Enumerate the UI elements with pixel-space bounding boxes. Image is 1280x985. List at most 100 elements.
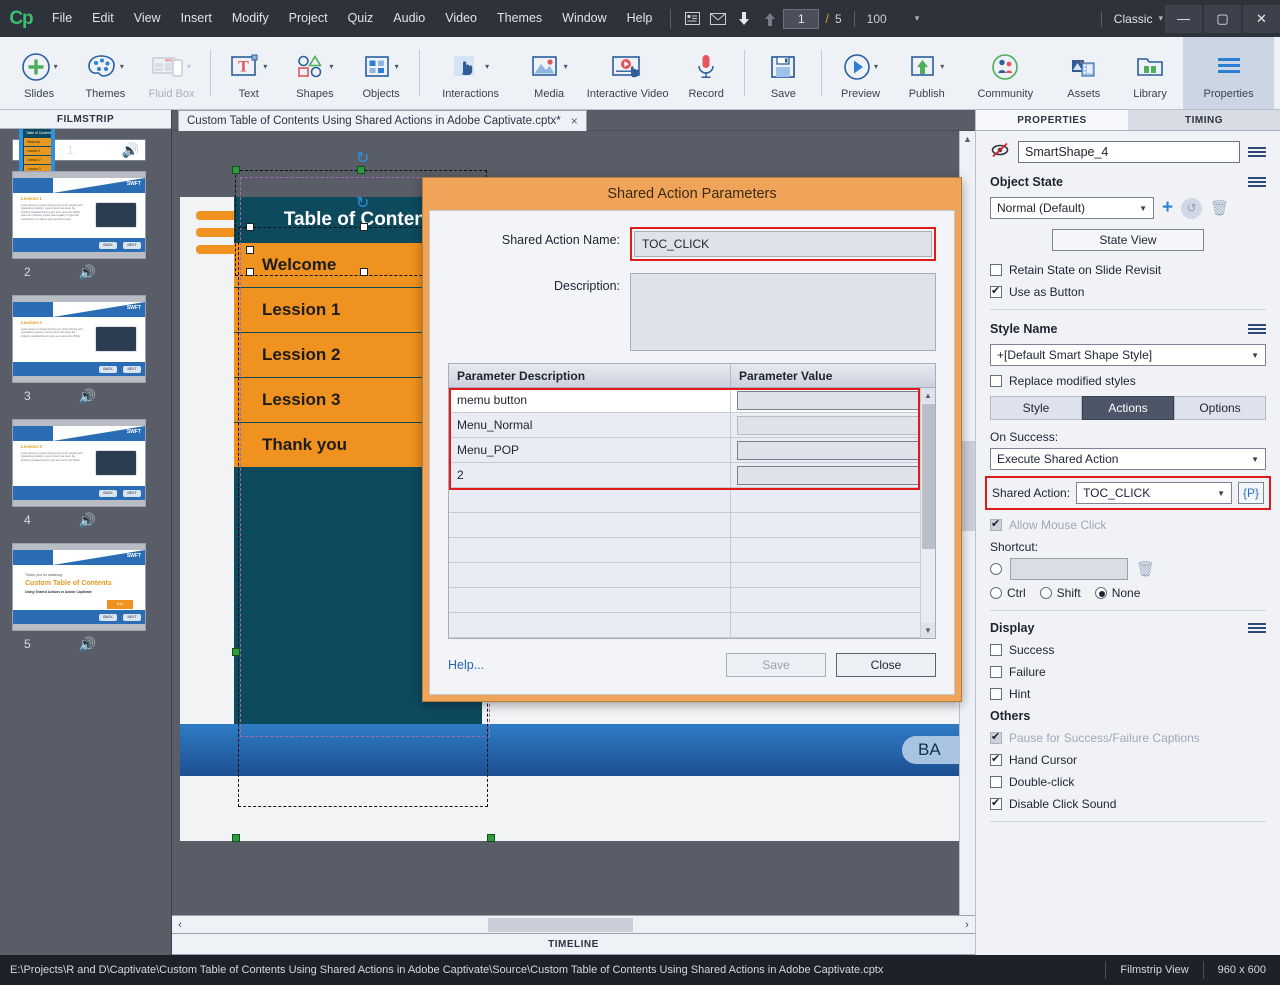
- object-name-field[interactable]: SmartShape_4: [1018, 141, 1240, 163]
- toolbar-community[interactable]: Community: [960, 37, 1051, 109]
- table-row[interactable]: Menu_Normal ▼: [449, 413, 935, 438]
- menu-audio[interactable]: Audio: [383, 0, 435, 37]
- tab-properties[interactable]: PROPERTIES: [976, 110, 1128, 130]
- chevron-down-icon[interactable]: ▾: [263, 62, 267, 71]
- resize-handle[interactable]: [246, 223, 254, 231]
- menu-window[interactable]: Window: [552, 0, 616, 37]
- shared-action-parameters-button[interactable]: {P}: [1238, 482, 1264, 504]
- scroll-right-icon[interactable]: ›: [959, 919, 975, 931]
- workspace-selector[interactable]: Classic: [1114, 12, 1153, 26]
- toolbar-media[interactable]: ▾ Media: [516, 37, 582, 109]
- table-row[interactable]: Menu_POP ▼: [449, 438, 935, 463]
- radio-ctrl[interactable]: [990, 587, 1002, 599]
- tab-actions[interactable]: Actions: [1082, 396, 1174, 420]
- toolbar-save[interactable]: Save: [750, 37, 816, 109]
- toolbar-themes[interactable]: ▾ Themes: [72, 37, 138, 109]
- zoom-dropdown-icon[interactable]: ▾: [915, 13, 920, 24]
- current-slide-input[interactable]: 1: [783, 8, 820, 29]
- description-textarea[interactable]: [630, 273, 936, 351]
- toolbar-text[interactable]: T ▾ Text: [216, 37, 282, 109]
- table-row[interactable]: [449, 588, 935, 613]
- tab-style[interactable]: Style: [990, 396, 1082, 420]
- param-value-select[interactable]: ▼: [737, 440, 929, 460]
- display-hint-row[interactable]: Hint: [990, 687, 1266, 701]
- table-row[interactable]: 2 ▼: [449, 463, 935, 488]
- rotate-handle-icon[interactable]: ↻: [356, 193, 374, 212]
- scrollbar-thumb[interactable]: [488, 917, 633, 932]
- param-value-cell[interactable]: [731, 538, 935, 562]
- menu-edit[interactable]: Edit: [82, 0, 124, 37]
- replace-styles-checkbox[interactable]: [990, 375, 1002, 387]
- param-value-cell[interactable]: ▼: [731, 463, 935, 487]
- slide-notes-icon[interactable]: [679, 0, 705, 37]
- shared-action-parameters-dialog[interactable]: Shared Action Parameters Shared Action N…: [422, 177, 962, 702]
- param-value-select[interactable]: ▼: [737, 465, 929, 485]
- param-value-cell[interactable]: ▼: [731, 388, 935, 412]
- display-success-row[interactable]: Success: [990, 643, 1266, 657]
- rotate-handle-icon[interactable]: ↻: [356, 148, 374, 167]
- radio-shift[interactable]: [1039, 587, 1052, 599]
- maximize-button[interactable]: ▢: [1204, 4, 1241, 33]
- resize-handle[interactable]: [487, 834, 495, 842]
- section-options-icon[interactable]: [1248, 324, 1266, 334]
- zoom-level-value[interactable]: 100: [867, 12, 887, 26]
- scrollbar-track[interactable]: [188, 917, 959, 933]
- display-hint-checkbox[interactable]: [990, 688, 1002, 700]
- menu-view[interactable]: View: [124, 0, 171, 37]
- slide-thumbnail[interactable]: SWFT Lession 2 Lorem ipsum is simply dum…: [12, 295, 146, 383]
- param-value-cell[interactable]: [731, 588, 935, 612]
- filmstrip-slide-5[interactable]: SWFT Thank you for watching Custom Table…: [12, 543, 146, 657]
- audio-speaker-icon[interactable]: 🔊: [122, 142, 139, 159]
- timeline-panel-header[interactable]: TIMELINE: [172, 933, 975, 955]
- resize-handle[interactable]: [360, 268, 368, 276]
- toolbar-slides[interactable]: ▾ Slides: [6, 37, 72, 109]
- state-view-button[interactable]: State View: [1052, 229, 1204, 251]
- toolbar-properties[interactable]: Properties: [1183, 37, 1274, 109]
- shortcut-input[interactable]: [1010, 558, 1128, 580]
- shared-action-select[interactable]: TOC_CLICK ▼: [1076, 482, 1232, 504]
- table-row[interactable]: [449, 513, 935, 538]
- scrollbar-thumb[interactable]: [922, 404, 935, 549]
- section-options-icon[interactable]: [1248, 177, 1266, 187]
- toolbar-record[interactable]: Record: [673, 37, 739, 109]
- chevron-down-icon[interactable]: ▾: [329, 62, 333, 71]
- slide-thumbnail[interactable]: SWFT Lession 1 Lorem ipsum is simply dum…: [12, 171, 146, 259]
- resize-handle[interactable]: [360, 223, 368, 231]
- add-state-icon[interactable]: +: [1162, 197, 1173, 219]
- resize-handle[interactable]: [232, 834, 240, 842]
- close-icon[interactable]: ×: [571, 114, 578, 128]
- canvas-horizontal-scrollbar[interactable]: ‹ ›: [172, 915, 975, 933]
- previous-slide-icon[interactable]: [731, 0, 757, 37]
- filmstrip-slide-2[interactable]: SWFT Lession 1 Lorem ipsum is simply dum…: [12, 171, 146, 285]
- close-button[interactable]: Close: [836, 653, 936, 677]
- table-vertical-scrollbar[interactable]: ▲ ▼: [920, 388, 935, 638]
- filmstrip-slide-1[interactable]: SWFT Table of Content Welcome Lession 1 …: [12, 129, 146, 196]
- param-value-cell[interactable]: [731, 488, 935, 512]
- param-value-cell[interactable]: [731, 513, 935, 537]
- audio-speaker-icon[interactable]: 🔊: [79, 512, 96, 529]
- chevron-down-icon[interactable]: ▼: [1251, 351, 1259, 360]
- double-click-row[interactable]: Double-click: [990, 775, 1266, 789]
- visibility-off-icon[interactable]: [990, 142, 1010, 163]
- view-mode-label[interactable]: Filmstrip View: [1106, 964, 1202, 976]
- delete-shortcut-icon[interactable]: 🗑: [1136, 560, 1155, 578]
- resize-handle[interactable]: [246, 246, 254, 254]
- toolbar-interactions[interactable]: ▾ Interactions: [425, 37, 516, 109]
- next-slide-icon[interactable]: [757, 0, 783, 37]
- style-name-select[interactable]: +[Default Smart Shape Style] ▼: [990, 344, 1266, 366]
- param-value-cell[interactable]: [731, 563, 935, 587]
- param-value-cell[interactable]: [731, 613, 935, 637]
- chevron-down-icon[interactable]: ▾: [395, 62, 399, 71]
- slide-thumbnail[interactable]: SWFT Lession 3 Lorem ipsum is simply dum…: [12, 419, 146, 507]
- modifier-shift[interactable]: Shift: [1039, 586, 1081, 600]
- param-value-cell[interactable]: ▼: [731, 438, 935, 462]
- tab-options[interactable]: Options: [1174, 396, 1266, 420]
- on-success-select[interactable]: Execute Shared Action ▼: [990, 448, 1266, 470]
- retain-state-row[interactable]: Retain State on Slide Revisit: [990, 263, 1266, 277]
- use-as-button-row[interactable]: Use as Button: [990, 284, 1266, 299]
- menu-insert[interactable]: Insert: [171, 0, 222, 37]
- audio-speaker-icon[interactable]: 🔊: [79, 264, 96, 281]
- menu-video[interactable]: Video: [435, 0, 487, 37]
- toolbar-preview[interactable]: ▾ Preview: [827, 37, 893, 109]
- toolbar-shapes[interactable]: ▾ Shapes: [282, 37, 348, 109]
